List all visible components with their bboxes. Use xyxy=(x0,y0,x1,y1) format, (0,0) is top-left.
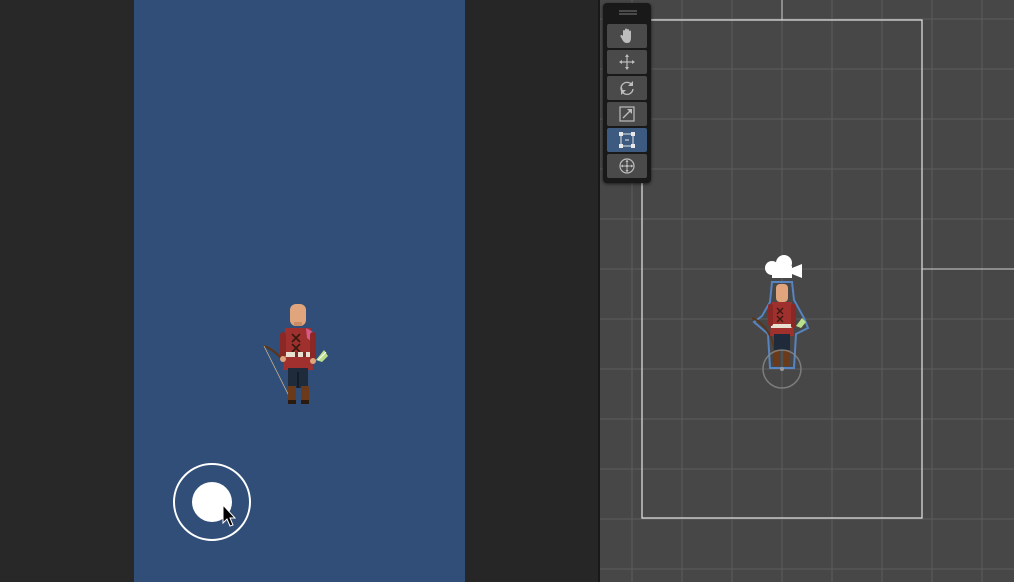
scale-tool-button[interactable] xyxy=(607,102,647,126)
transform-tool-button[interactable] xyxy=(607,154,647,178)
rotate-icon xyxy=(620,81,634,95)
transform-icon xyxy=(619,158,635,174)
camera-gizmo-icon xyxy=(765,255,802,278)
move-arrows-icon xyxy=(619,54,635,70)
tool-palette xyxy=(603,3,651,183)
hand-tool-button[interactable] xyxy=(607,24,647,48)
game-letterbox-left xyxy=(0,0,134,582)
archer-arm-right xyxy=(310,332,316,360)
selected-archer-sprite xyxy=(751,281,810,369)
scale-icon xyxy=(619,106,635,122)
game-view xyxy=(0,0,598,582)
archer-arm-left xyxy=(280,332,286,358)
scene-contents xyxy=(641,0,1014,519)
rect-transform-icon xyxy=(619,132,635,148)
scene-view[interactable] xyxy=(600,0,1014,582)
hand-icon xyxy=(620,28,631,43)
game-canvas xyxy=(134,0,465,582)
game-letterbox-right xyxy=(465,0,598,582)
palette-grip-icon[interactable] xyxy=(619,10,637,16)
rotate-tool-button[interactable] xyxy=(607,76,647,100)
move-tool-button[interactable] xyxy=(607,50,647,74)
rect-tool-button[interactable] xyxy=(607,128,647,152)
game-canvas-background xyxy=(134,0,465,582)
